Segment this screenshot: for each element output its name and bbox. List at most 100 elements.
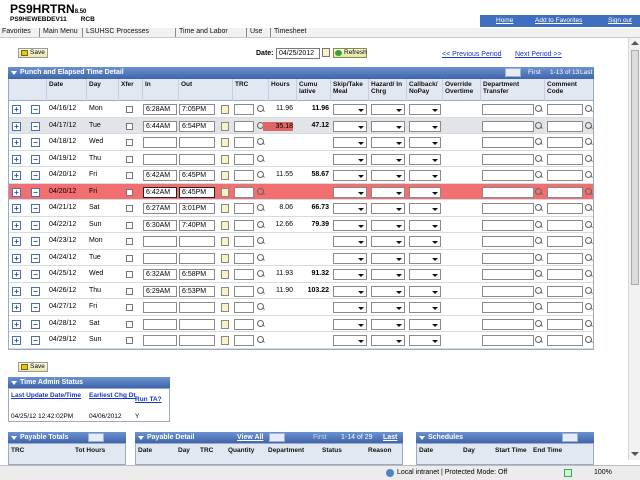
callback-dropdown[interactable]: [409, 318, 441, 330]
grid-view-icon[interactable]: [562, 433, 578, 442]
clock-icon[interactable]: [221, 253, 229, 263]
comment-code-input[interactable]: [547, 302, 583, 313]
breadcrumb-favorites[interactable]: Favorites: [2, 28, 31, 35]
department-transfer-input[interactable]: [482, 219, 534, 231]
in-time-input[interactable]: [143, 302, 177, 313]
department-transfer-input[interactable]: [482, 318, 534, 330]
hazard-dropdown[interactable]: [371, 236, 405, 247]
callback-dropdown[interactable]: [409, 335, 441, 346]
trc-input[interactable]: [234, 302, 254, 313]
in-time-input[interactable]: [143, 137, 177, 148]
callback-dropdown[interactable]: [409, 170, 441, 181]
department-transfer-input[interactable]: [482, 236, 534, 247]
add-row-button[interactable]: +: [12, 204, 21, 213]
hazard-dropdown[interactable]: [371, 104, 405, 115]
add-to-favorites-link[interactable]: Add to Favorites: [535, 17, 582, 24]
comment-code-input[interactable]: [547, 137, 583, 148]
collapse-icon[interactable]: [11, 71, 17, 75]
add-row-button[interactable]: +: [12, 336, 21, 345]
skip-meal-dropdown[interactable]: [333, 236, 367, 247]
comment-lookup-icon[interactable]: [585, 303, 593, 311]
department-transfer-input[interactable]: [482, 170, 534, 181]
add-row-button[interactable]: +: [12, 171, 21, 180]
out-time-input[interactable]: [179, 318, 215, 330]
delete-row-button[interactable]: −: [31, 270, 40, 279]
zoom-level[interactable]: 100%: [594, 469, 612, 476]
in-time-input[interactable]: [143, 318, 177, 330]
trc-lookup-icon[interactable]: [257, 253, 265, 262]
add-row-button[interactable]: +: [12, 187, 21, 197]
out-time-input[interactable]: [179, 302, 215, 313]
xfer-checkbox[interactable]: [126, 139, 133, 146]
comment-code-input[interactable]: [547, 318, 583, 330]
department-lookup-icon[interactable]: [535, 204, 543, 212]
clock-icon[interactable]: [221, 171, 229, 180]
trc-input[interactable]: [234, 120, 254, 132]
hazard-dropdown[interactable]: [371, 252, 405, 264]
breadcrumb-timesheet[interactable]: Timesheet: [274, 28, 306, 35]
department-lookup-icon[interactable]: [535, 270, 543, 278]
out-time-input[interactable]: 6:58PM: [179, 269, 215, 280]
bottom-save-button[interactable]: Save: [18, 362, 48, 372]
hazard-dropdown[interactable]: [371, 219, 405, 231]
next-period-link[interactable]: Next Period >>: [515, 51, 562, 58]
add-row-button[interactable]: +: [12, 105, 21, 114]
hazard-dropdown[interactable]: [371, 153, 405, 165]
clock-icon[interactable]: [221, 319, 229, 329]
in-time-input[interactable]: 6:28AM: [143, 104, 177, 115]
trc-lookup-icon[interactable]: [257, 319, 265, 328]
in-time-input[interactable]: [143, 335, 177, 346]
delete-row-button[interactable]: −: [31, 171, 40, 180]
grid-view-icon[interactable]: [269, 433, 285, 442]
xfer-checkbox[interactable]: [126, 238, 133, 245]
sign-out-link[interactable]: Sign out: [608, 17, 632, 24]
grid-view-icon[interactable]: [505, 68, 521, 77]
comment-code-input[interactable]: [547, 236, 583, 247]
in-time-input[interactable]: 6:42AM: [143, 170, 177, 181]
out-time-input[interactable]: [179, 137, 215, 148]
comment-code-input[interactable]: [547, 252, 583, 264]
xfer-checkbox[interactable]: [126, 172, 133, 179]
callback-dropdown[interactable]: [409, 219, 441, 231]
callback-dropdown[interactable]: [409, 236, 441, 247]
add-row-button[interactable]: +: [12, 121, 21, 131]
add-row-button[interactable]: +: [12, 303, 21, 312]
skip-meal-dropdown[interactable]: [333, 269, 367, 280]
delete-row-button[interactable]: −: [31, 138, 40, 147]
xfer-checkbox[interactable]: [126, 304, 133, 311]
earliest-chg-header[interactable]: Earliest Chg Dt: [89, 392, 137, 399]
trc-lookup-icon[interactable]: [257, 303, 265, 311]
xfer-checkbox[interactable]: [126, 254, 133, 262]
delete-row-button[interactable]: −: [31, 319, 40, 329]
delete-row-button[interactable]: −: [31, 253, 40, 263]
comment-lookup-icon[interactable]: [585, 220, 593, 229]
scroll-thumb[interactable]: [631, 50, 639, 285]
trc-input[interactable]: [234, 153, 254, 165]
trc-input[interactable]: [234, 203, 254, 214]
trc-input[interactable]: [234, 137, 254, 148]
xfer-checkbox[interactable]: [126, 320, 133, 328]
delete-row-button[interactable]: −: [31, 154, 40, 164]
add-row-button[interactable]: +: [12, 220, 21, 230]
trc-input[interactable]: [234, 236, 254, 247]
skip-meal-dropdown[interactable]: [333, 203, 367, 214]
comment-code-input[interactable]: [547, 335, 583, 346]
department-transfer-input[interactable]: [482, 252, 534, 264]
delete-row-button[interactable]: −: [31, 220, 40, 230]
last-update-header[interactable]: Last Update Date/Time: [11, 392, 81, 399]
out-time-input[interactable]: 7:40PM: [179, 219, 215, 231]
department-lookup-icon[interactable]: [535, 138, 543, 146]
clock-icon[interactable]: [221, 336, 229, 345]
comment-lookup-icon[interactable]: [585, 187, 593, 196]
in-time-input[interactable]: 6:30AM: [143, 219, 177, 231]
trc-lookup-icon[interactable]: [257, 154, 265, 163]
hazard-dropdown[interactable]: [371, 203, 405, 214]
comment-code-input[interactable]: [547, 285, 583, 297]
trc-input[interactable]: [234, 318, 254, 330]
department-lookup-icon[interactable]: [535, 303, 543, 311]
hazard-dropdown[interactable]: [371, 335, 405, 346]
delete-row-button[interactable]: −: [31, 187, 40, 197]
out-time-input[interactable]: [179, 252, 215, 264]
trc-input[interactable]: [234, 186, 254, 198]
scroll-down-icon[interactable]: [631, 452, 639, 456]
